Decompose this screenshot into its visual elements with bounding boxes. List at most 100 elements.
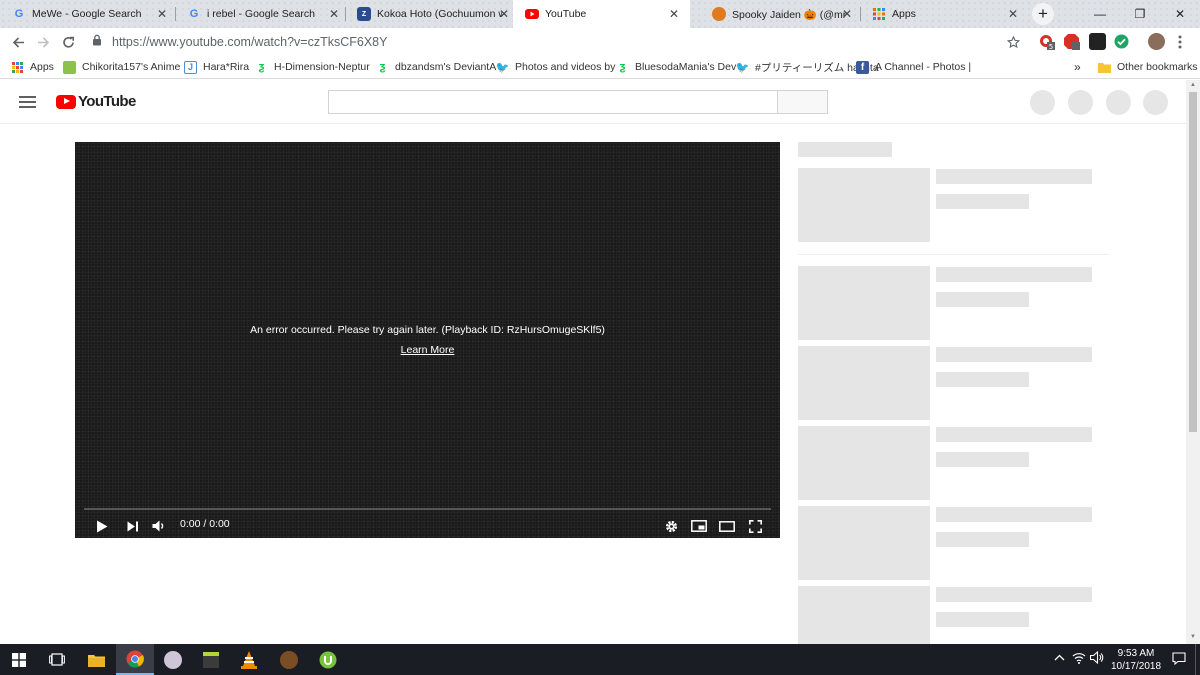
bookmark-a-channel[interactable]: f A Channel - Photos |: [856, 59, 971, 75]
play-button[interactable]: [93, 517, 111, 535]
system-clock[interactable]: 9:53 AM 10/17/2018: [1106, 647, 1166, 673]
tab-kokoa-hoto[interactable]: Z Kokoa Hoto (Gochuumon wa ✕: [345, 0, 515, 28]
learn-more-link[interactable]: Learn More: [75, 344, 780, 356]
extension-hypothesis-icon[interactable]: [1089, 33, 1106, 50]
extension-check-icon[interactable]: [1113, 33, 1130, 50]
twitter-icon: 🐦: [495, 61, 510, 74]
restore-button[interactable]: ❐: [1120, 0, 1160, 28]
related-thumbnail-skeleton[interactable]: [798, 506, 930, 580]
app-taskbar-button-character[interactable]: [154, 644, 192, 675]
mute-button[interactable]: [150, 517, 168, 535]
bookmark-apps[interactable]: Apps: [11, 59, 54, 75]
related-title-skeleton: [936, 507, 1092, 522]
new-tab-button[interactable]: +: [1032, 3, 1054, 25]
minimize-button[interactable]: —: [1080, 0, 1120, 28]
bookmark-twitter-photos[interactable]: 🐦 Photos and videos by: [495, 59, 616, 75]
volume-icon[interactable]: [1089, 650, 1104, 667]
tab-google-search-irebel[interactable]: G i rebel - Google Search ✕: [175, 0, 345, 28]
bookmark-dbzandsm[interactable]: ƺ dbzandsm's DeviantA: [376, 59, 497, 75]
related-title-skeleton: [936, 427, 1092, 442]
create-video-placeholder-icon[interactable]: [1030, 90, 1055, 115]
tab-spooky-jaiden[interactable]: Spooky Jaiden 🎃 (@mr ✕: [700, 0, 860, 28]
other-bookmarks-folder[interactable]: Other bookmarks: [1098, 59, 1198, 75]
utorrent-taskbar-button[interactable]: [309, 644, 347, 675]
related-thumbnail-skeleton[interactable]: [798, 586, 930, 644]
player-static-noise: [75, 142, 780, 538]
notes-app-icon: [203, 651, 219, 668]
related-thumbnail-skeleton[interactable]: [798, 266, 930, 340]
scroll-up-arrow-icon[interactable]: ▲: [1189, 82, 1197, 88]
progress-bar[interactable]: [84, 508, 771, 510]
extension-adblock-icon[interactable]: [1063, 33, 1080, 50]
wifi-icon[interactable]: [1072, 651, 1086, 667]
chevron-up-icon: [1054, 654, 1065, 661]
close-tab-icon[interactable]: ✕: [157, 7, 167, 21]
chrome-taskbar-button[interactable]: [116, 644, 154, 675]
action-center-icon[interactable]: [1172, 652, 1186, 668]
fullscreen-button[interactable]: [746, 517, 764, 535]
related-thumbnail-skeleton[interactable]: [798, 346, 930, 420]
account-placeholder-icon[interactable]: [1143, 90, 1168, 115]
miniplayer-button[interactable]: [689, 517, 709, 535]
task-view-button[interactable]: [38, 644, 76, 675]
app-taskbar-button-game[interactable]: [270, 644, 308, 675]
extension-badge-count: 5: [1049, 43, 1053, 50]
settings-button[interactable]: [662, 517, 680, 535]
bookmark-hara-rira[interactable]: J Hara*Rira: [184, 59, 249, 75]
reload-icon: [62, 36, 74, 48]
file-explorer-button[interactable]: [77, 644, 115, 675]
address-bar[interactable]: https://www.youtube.com/watch?v=czTksCF6…: [92, 31, 387, 52]
learn-more-label: Learn More: [400, 344, 455, 356]
extension-opera-icon[interactable]: 5: [1038, 33, 1055, 51]
bookmark-bluesodamania[interactable]: ƺ BluesodaMania's Dev: [616, 59, 737, 75]
player-error-message: An error occurred. Please try again late…: [250, 324, 605, 336]
bookmark-star-button[interactable]: [1003, 32, 1023, 52]
app-taskbar-button-notes[interactable]: [192, 644, 230, 675]
kebab-menu-icon: [1178, 35, 1182, 49]
task-view-icon: [49, 653, 65, 666]
video-player[interactable]: An error occurred. Please try again late…: [75, 142, 780, 538]
youtube-logo-text: YouTube: [78, 93, 136, 110]
deviantart-icon: ƺ: [258, 61, 265, 73]
tab-google-search-mewe[interactable]: G MeWe - Google Search ✕: [0, 0, 175, 28]
profile-avatar[interactable]: [1148, 33, 1165, 50]
theater-mode-icon: [719, 520, 735, 532]
next-button[interactable]: [124, 517, 142, 535]
close-tab-icon[interactable]: ✕: [329, 7, 339, 21]
close-tab-icon[interactable]: ✕: [1008, 7, 1018, 21]
bookmark-h-dimension[interactable]: ƺ H-Dimension-Neptur: [255, 59, 370, 75]
start-button[interactable]: [0, 644, 38, 675]
forward-button[interactable]: [33, 32, 53, 52]
search-button[interactable]: [777, 90, 828, 114]
related-meta-skeleton: [936, 612, 1029, 627]
related-title-skeleton: [936, 169, 1092, 184]
theater-mode-button[interactable]: [717, 517, 737, 535]
notifications-placeholder-icon[interactable]: [1106, 90, 1131, 115]
close-tab-icon[interactable]: ✕: [842, 7, 852, 21]
more-bookmarks-button[interactable]: »: [1074, 59, 1081, 75]
related-thumbnail-skeleton[interactable]: [798, 168, 930, 242]
tab-youtube[interactable]: YouTube ✕: [513, 0, 690, 28]
scroll-down-arrow-icon[interactable]: ▼: [1189, 634, 1197, 640]
bookmark-chikorita[interactable]: Chikorita157's Anime: [63, 59, 180, 75]
chrome-menu-button[interactable]: [1170, 32, 1190, 52]
youtube-logo[interactable]: YouTube: [56, 93, 136, 110]
close-window-button[interactable]: ✕: [1160, 0, 1200, 28]
tab-apps[interactable]: Apps ✕: [860, 0, 1030, 28]
arrow-right-icon: [37, 36, 49, 48]
page-scrollbar[interactable]: ▲ ▼: [1186, 80, 1200, 644]
back-button[interactable]: [8, 32, 28, 52]
guide-menu-button[interactable]: [19, 96, 36, 108]
play-icon: [97, 520, 108, 532]
search-input[interactable]: [328, 90, 778, 114]
close-tab-icon[interactable]: ✕: [669, 7, 679, 21]
hamburger-icon-line: [19, 106, 36, 108]
related-thumbnail-skeleton[interactable]: [798, 426, 930, 500]
show-hidden-icons-button[interactable]: [1054, 652, 1065, 664]
show-desktop-button[interactable]: [1195, 644, 1200, 675]
reload-button[interactable]: [58, 32, 78, 52]
vlc-taskbar-button[interactable]: [230, 644, 268, 675]
apps-placeholder-icon[interactable]: [1068, 90, 1093, 115]
scrollbar-thumb[interactable]: [1189, 92, 1197, 432]
close-tab-icon[interactable]: ✕: [499, 7, 509, 21]
